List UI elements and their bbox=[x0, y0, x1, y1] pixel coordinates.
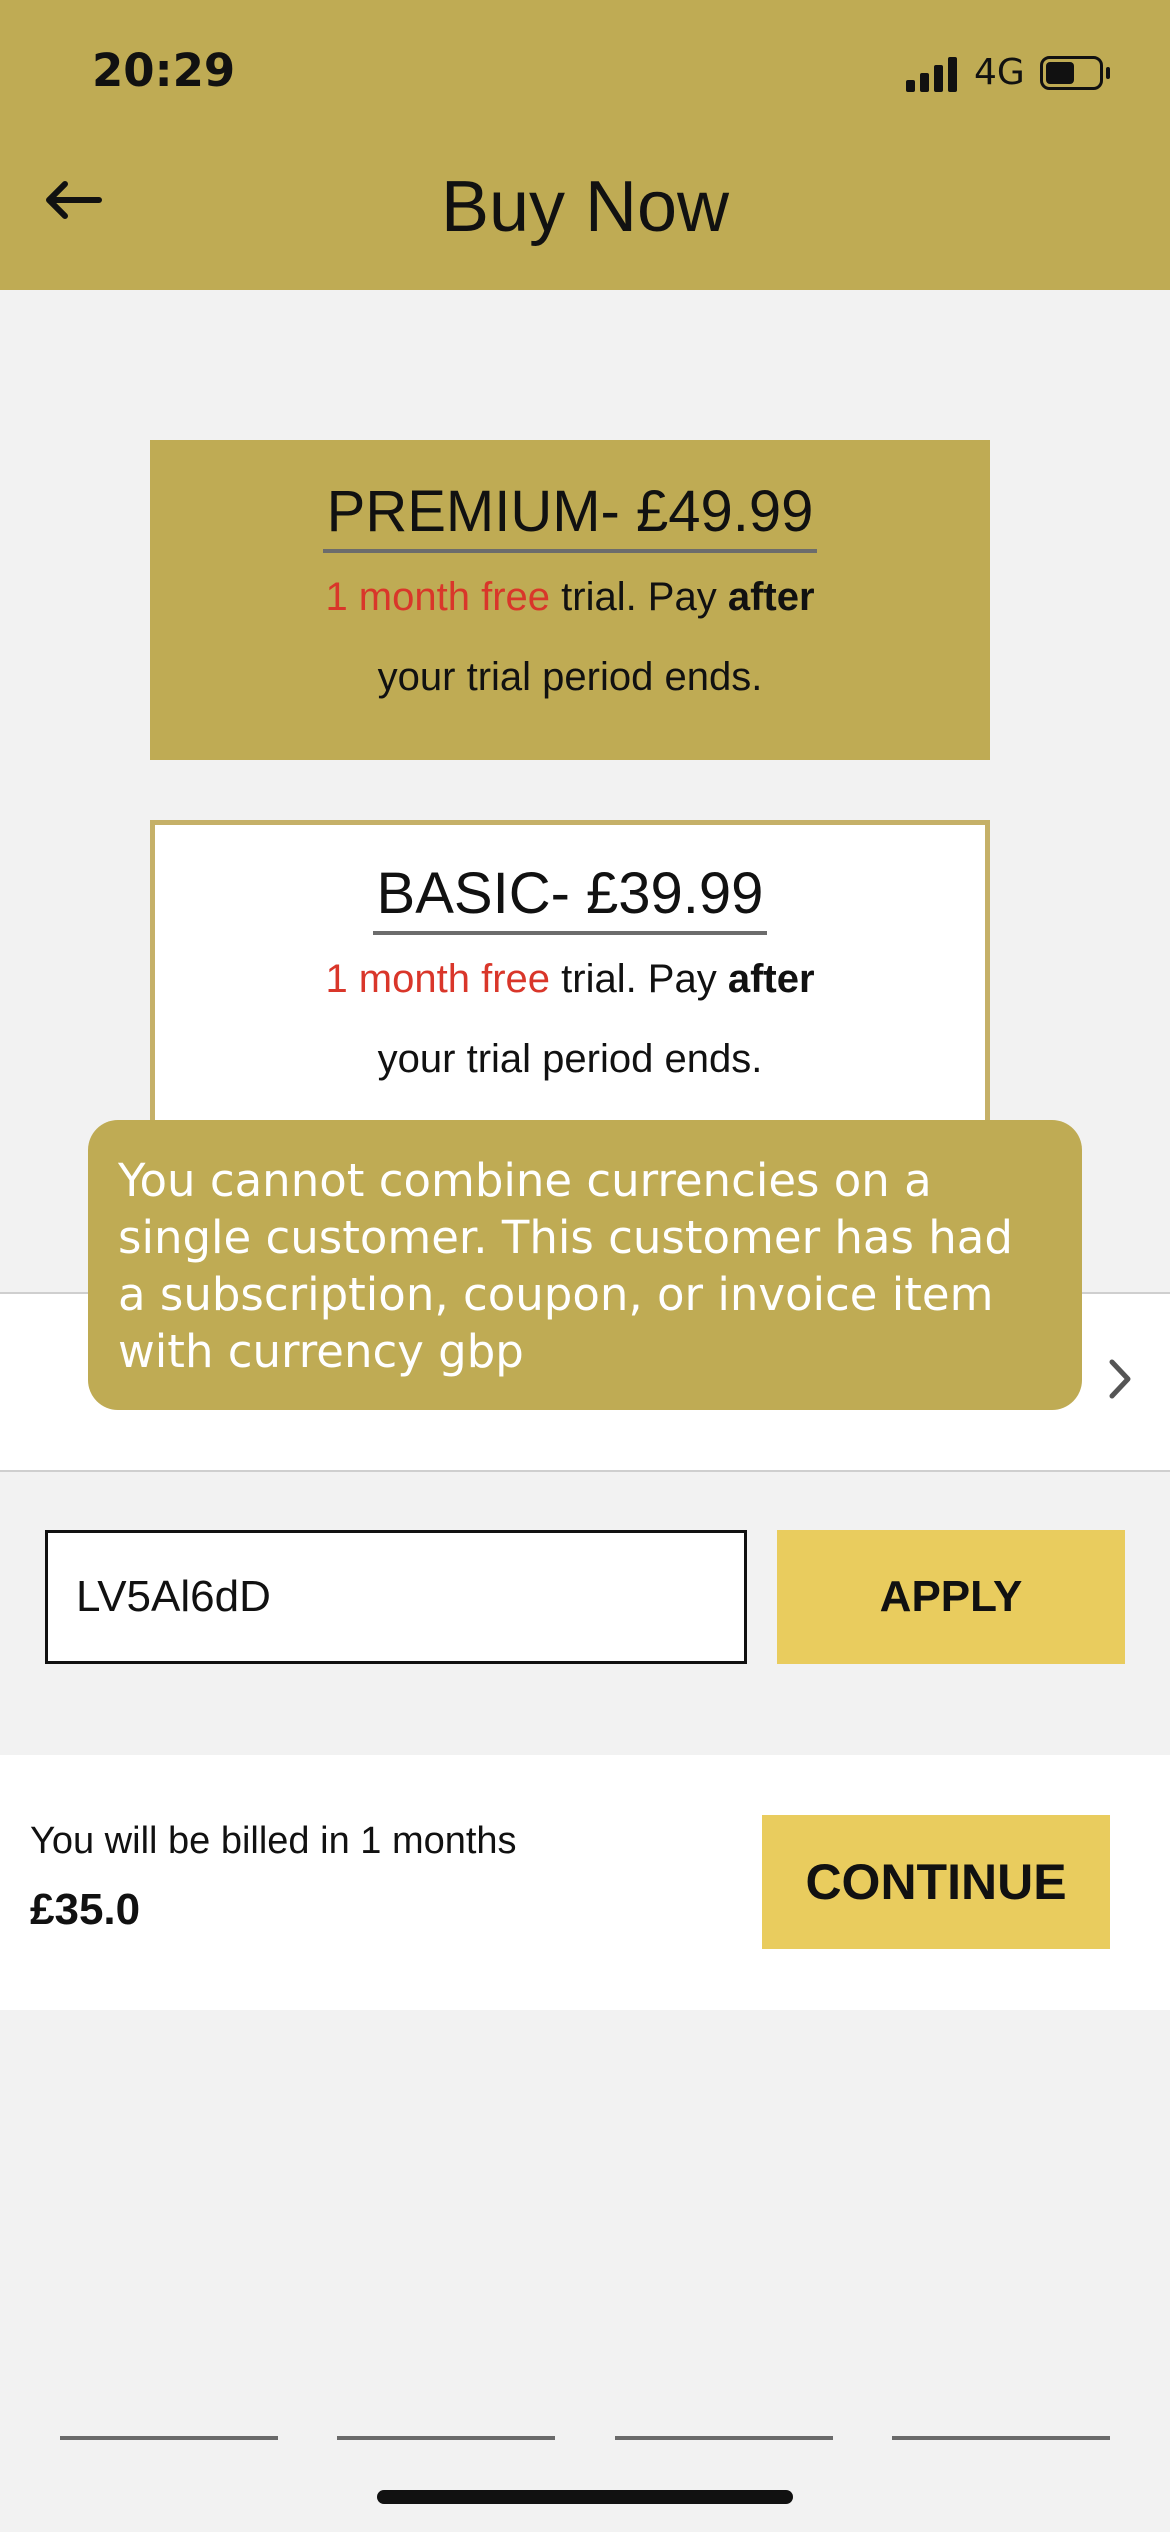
plan-name: BASIC- £39.99 bbox=[372, 860, 768, 935]
coupon-input[interactable] bbox=[45, 1530, 747, 1664]
billing-text: You will be billed in 1 months bbox=[30, 1820, 517, 1862]
continue-button[interactable]: CONTINUE bbox=[762, 1815, 1110, 1949]
status-time: 20:29 bbox=[92, 44, 236, 97]
plan-card-basic[interactable]: BASIC- £39.99 1 month free trial. Pay af… bbox=[150, 820, 990, 1120]
tab-indicator[interactable] bbox=[60, 2436, 278, 2440]
home-indicator[interactable] bbox=[377, 2490, 793, 2504]
plan-desc-bold: after bbox=[727, 575, 815, 619]
free-trial-text: 1 month free bbox=[325, 575, 551, 619]
free-trial-text: 1 month free bbox=[325, 957, 551, 1001]
app-header: 20:29 4G Buy Now bbox=[0, 0, 1170, 290]
plan-desc-text: trial. Pay bbox=[550, 957, 728, 1001]
plan-description: 1 month free trial. Pay after your trial… bbox=[150, 557, 990, 717]
apply-button[interactable]: APPLY bbox=[777, 1530, 1125, 1664]
error-toast: You cannot combine currencies on a singl… bbox=[88, 1120, 1082, 1410]
network-type: 4G bbox=[974, 52, 1025, 93]
plan-card-premium[interactable]: PREMIUM- £49.99 1 month free trial. Pay … bbox=[150, 440, 990, 760]
plan-name: PREMIUM- £49.99 bbox=[322, 478, 818, 553]
tab-indicator[interactable] bbox=[892, 2436, 1110, 2440]
plan-desc-bold: after bbox=[727, 957, 815, 1001]
battery-icon bbox=[1040, 56, 1110, 90]
tab-indicator[interactable] bbox=[615, 2436, 833, 2440]
billing-amount: £35.0 bbox=[30, 1885, 141, 1934]
tab-indicator[interactable] bbox=[337, 2436, 555, 2440]
plan-desc-line2: your trial period ends. bbox=[377, 1037, 763, 1081]
page-title: Buy Now bbox=[440, 167, 730, 247]
signal-icon bbox=[906, 57, 957, 92]
plan-description: 1 month free trial. Pay after your trial… bbox=[155, 939, 985, 1099]
billing-summary: You will be billed in 1 months £35.0 CON… bbox=[0, 1755, 1170, 2010]
plan-desc-text: trial. Pay bbox=[550, 575, 728, 619]
toast-message: You cannot combine currencies on a singl… bbox=[118, 1154, 1013, 1378]
plan-desc-line2: your trial period ends. bbox=[377, 655, 763, 699]
chevron-right-icon bbox=[1109, 1359, 1131, 1399]
